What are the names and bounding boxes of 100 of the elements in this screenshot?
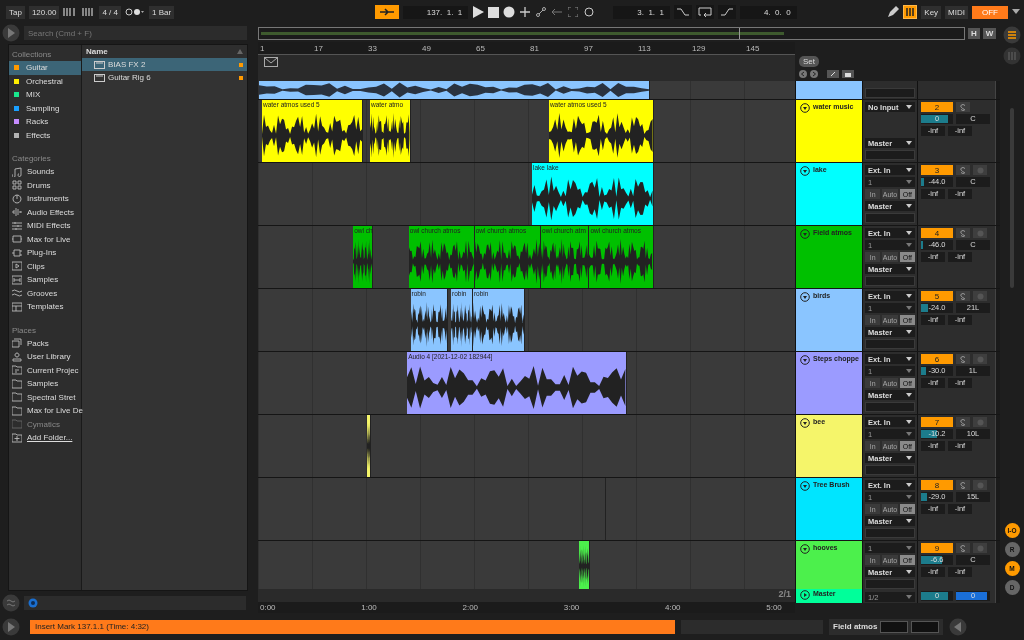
- fold-toggle-icon[interactable]: [800, 544, 810, 554]
- resize-icon[interactable]: [827, 70, 839, 78]
- piano-keys-icon[interactable]: [903, 5, 918, 19]
- punch-in-icon[interactable]: [674, 5, 692, 19]
- info-icon[interactable]: [28, 598, 38, 608]
- tempo-field[interactable]: 120.00: [28, 5, 60, 19]
- audio-clip[interactable]: [579, 541, 591, 591]
- category-item[interactable]: Instruments: [9, 192, 81, 206]
- fold-toggle-icon[interactable]: [800, 292, 810, 302]
- collection-item[interactable]: Effects: [9, 128, 81, 142]
- nudge-icon[interactable]: [63, 7, 78, 17]
- envelope-icon[interactable]: [264, 57, 278, 67]
- position-field[interactable]: 137. 1. 1: [402, 5, 469, 19]
- collection-item[interactable]: Orchestral: [9, 74, 81, 88]
- place-item[interactable]: Samples: [9, 377, 81, 391]
- play-circle-icon[interactable]: [800, 590, 810, 600]
- category-item[interactable]: Grooves: [9, 286, 81, 300]
- category-item[interactable]: Plug-Ins: [9, 246, 81, 260]
- quantize-dropdown[interactable]: 1 Bar: [148, 5, 175, 19]
- audio-clip[interactable]: [258, 81, 651, 99]
- fold-toggle-icon[interactable]: [800, 355, 810, 365]
- back-circle-icon[interactable]: [949, 617, 968, 636]
- arrow-icon[interactable]: [552, 7, 563, 17]
- track-activator-button[interactable]: 5: [921, 291, 953, 301]
- place-item[interactable]: Packs: [9, 336, 81, 350]
- caret-icon[interactable]: [1012, 9, 1020, 15]
- solo-button[interactable]: [956, 228, 970, 238]
- pencil-icon[interactable]: [887, 6, 900, 18]
- follow-button[interactable]: [374, 5, 399, 19]
- next-icon[interactable]: [810, 70, 818, 78]
- solo-button[interactable]: [956, 480, 970, 490]
- solo-button[interactable]: [956, 165, 970, 175]
- collection-item[interactable]: MIX: [9, 88, 81, 102]
- track-activator-button[interactable]: 6: [921, 354, 953, 364]
- view-toggle-button[interactable]: H: [968, 27, 980, 39]
- stop-icon[interactable]: [488, 6, 500, 18]
- tap-button[interactable]: Tap: [6, 5, 25, 19]
- groove-circle-icon[interactable]: [2, 594, 20, 612]
- loop-length-field[interactable]: 4. 0. 0: [740, 5, 797, 19]
- metronome-icon[interactable]: [124, 7, 145, 17]
- category-item[interactable]: Templates: [9, 300, 81, 314]
- circle-icon[interactable]: [584, 7, 595, 17]
- track-activator-button[interactable]: 9: [921, 543, 953, 553]
- place-item[interactable]: Max for Live De: [9, 404, 81, 418]
- loop-icon[interactable]: [696, 5, 714, 19]
- audio-clip[interactable]: [366, 415, 371, 477]
- place-item[interactable]: Add Folder...: [9, 431, 81, 445]
- track-activator-button[interactable]: 4: [921, 228, 953, 238]
- category-item[interactable]: Max for Live: [9, 232, 81, 246]
- loop-start-field[interactable]: 3. 1. 1: [613, 5, 670, 19]
- expand-icon[interactable]: [568, 7, 579, 17]
- plugin-item[interactable]: BIAS FX 2: [82, 58, 247, 71]
- record-icon[interactable]: [503, 6, 516, 18]
- midi-map-button[interactable]: MIDI: [945, 5, 968, 19]
- bar-number: 65: [476, 44, 485, 53]
- search-field[interactable]: Search (Cmd + F): [24, 26, 247, 40]
- previous-icon[interactable]: [799, 70, 807, 78]
- set-button[interactable]: Set: [799, 56, 819, 67]
- plus-icon[interactable]: [520, 7, 531, 17]
- category-item[interactable]: Sounds: [9, 165, 81, 179]
- column-header[interactable]: Name: [82, 45, 247, 58]
- place-item[interactable]: User Library: [9, 350, 81, 364]
- solo-button[interactable]: [956, 102, 970, 112]
- link-icon[interactable]: [536, 7, 547, 17]
- solo-button[interactable]: [956, 543, 970, 553]
- track-activator-button[interactable]: 8: [921, 480, 953, 490]
- place-item[interactable]: Current Projec: [9, 363, 81, 377]
- category-item[interactable]: Samples: [9, 273, 81, 287]
- collection-item[interactable]: Sampling: [9, 101, 81, 115]
- punch-out-icon[interactable]: [718, 5, 736, 19]
- solo-s-icon: [960, 418, 966, 426]
- fold-toggle-icon[interactable]: [800, 103, 810, 113]
- play-icon[interactable]: [472, 6, 485, 18]
- category-item[interactable]: Audio Effects: [9, 205, 81, 219]
- view-toggle-button[interactable]: W: [982, 27, 997, 39]
- solo-button[interactable]: [956, 291, 970, 301]
- device-thumbnail: [911, 620, 940, 633]
- solo-button[interactable]: [956, 354, 970, 364]
- place-item[interactable]: Spectral Stret: [9, 390, 81, 404]
- fold-toggle-icon[interactable]: [800, 229, 810, 239]
- time-signature-field[interactable]: 4 / 4: [99, 5, 121, 19]
- track-activator-button[interactable]: 2: [921, 102, 953, 112]
- fold-toggle-icon[interactable]: [800, 418, 810, 428]
- lock-icon[interactable]: [842, 70, 854, 78]
- category-item[interactable]: MIDI Effects: [9, 219, 81, 233]
- nudge-icon[interactable]: [81, 7, 96, 17]
- category-item[interactable]: Clips: [9, 259, 81, 273]
- fold-toggle-icon[interactable]: [800, 166, 810, 176]
- category-item[interactable]: Drums: [9, 178, 81, 192]
- caret-icon: [906, 243, 912, 247]
- collection-item[interactable]: Racks: [9, 115, 81, 129]
- plugin-item[interactable]: Guitar Rig 6: [82, 71, 247, 84]
- menu-icon[interactable]: [1003, 26, 1021, 44]
- collection-item[interactable]: Guitar: [9, 61, 81, 75]
- solo-button[interactable]: [956, 417, 970, 427]
- track-activator-button[interactable]: 3: [921, 165, 953, 175]
- fold-toggle-icon[interactable]: [800, 481, 810, 491]
- track-activator-button[interactable]: 7: [921, 417, 953, 427]
- key-map-button[interactable]: Key: [921, 5, 942, 19]
- grid-icon: [12, 180, 22, 191]
